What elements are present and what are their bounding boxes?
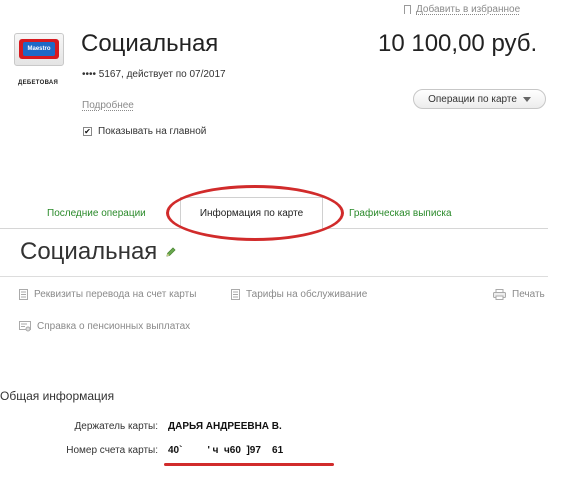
card-type-badge: ДЕБЕТОВАЯ <box>18 80 59 86</box>
print-link[interactable]: Печать <box>493 289 545 300</box>
add-to-favorites-label: Добавить в избранное <box>416 4 521 15</box>
details-link[interactable]: Подробнее <box>82 100 134 111</box>
pencil-icon[interactable] <box>165 246 177 258</box>
tab-recent-operations[interactable]: Последние операции <box>47 208 146 219</box>
maestro-logo-text: Maestro <box>23 42 55 56</box>
tariffs-link[interactable]: Тарифы на обслуживание <box>231 289 367 300</box>
transfer-details-label: Реквизиты перевода на счет карты <box>34 289 197 300</box>
document-icon <box>19 289 28 300</box>
card-balance: 10 100,00 руб. <box>378 30 538 57</box>
pension-certificate-label: Справка о пенсионных выплатах <box>37 321 191 332</box>
show-on-main-label: Показывать на главной <box>98 126 207 137</box>
card-title: Социальная <box>81 30 219 57</box>
tab-graphic-statement[interactable]: Графическая выписка <box>349 208 452 219</box>
info-page-title-row: Социальная <box>20 238 177 266</box>
card-operations-dropdown[interactable]: Операции по карте <box>413 89 546 109</box>
transfer-details-link[interactable]: Реквизиты перевода на счет карты <box>19 289 196 300</box>
print-label: Печать <box>512 289 545 300</box>
card-image: Maestro <box>14 33 64 66</box>
pension-certificate-link[interactable]: Справка о пенсионных выплатах <box>19 321 190 332</box>
printer-icon <box>493 289 506 300</box>
annotation-circle <box>166 185 344 241</box>
add-to-favorites-link[interactable]: Добавить в избранное <box>404 4 521 17</box>
account-number-label: Номер счета карты: <box>66 445 158 456</box>
chevron-down-icon <box>522 96 531 102</box>
document-icon <box>231 289 240 300</box>
card-operations-label: Операции по карте <box>428 93 517 105</box>
show-on-main-checkbox[interactable]: ✔ Показывать на главной <box>83 126 206 137</box>
bookmark-icon <box>404 5 411 17</box>
title-separator <box>0 276 548 277</box>
certificate-icon <box>19 321 31 332</box>
annotation-underline <box>164 463 334 466</box>
card-number-expiry: •••• 5167, действует по 07/2017 <box>82 69 226 80</box>
tariffs-label: Тарифы на обслуживание <box>246 289 368 300</box>
card-holder-value: ДАРЬЯ АНДРЕЕВНА В. <box>168 421 282 432</box>
card-holder-label: Держатель карты: <box>74 421 159 432</box>
general-info-heading: Общая информация <box>0 389 115 403</box>
account-number-value: 40` ' ч ч60 ]97 61 <box>168 445 284 456</box>
checkbox-checked-icon[interactable]: ✔ <box>83 127 92 136</box>
info-page-title: Социальная <box>20 238 158 265</box>
